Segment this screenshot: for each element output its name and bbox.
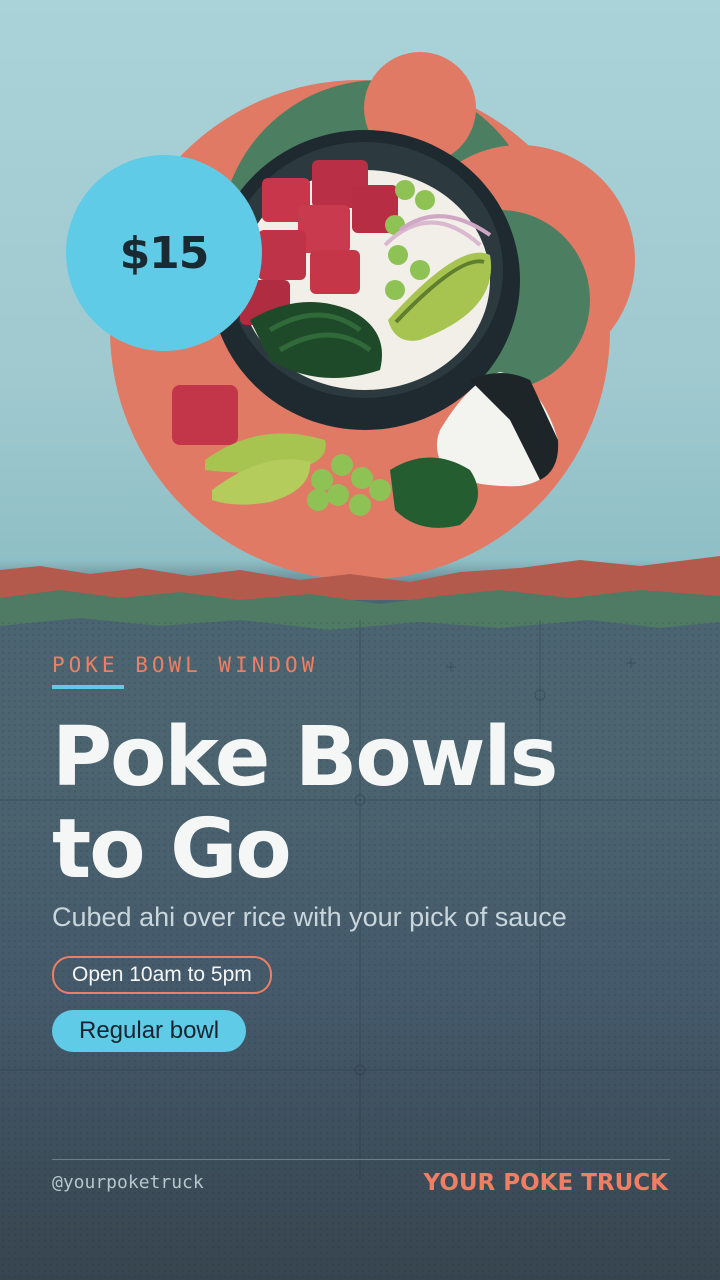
brand-name: YOUR POKE TRUCK (423, 1170, 668, 1196)
grid-overlay (0, 620, 720, 1180)
headline: Poke Bowls to Go (52, 712, 692, 896)
headline-line-1: Poke Bowls (52, 710, 558, 805)
tuna-cube (172, 385, 238, 445)
eyebrow-underline (52, 685, 124, 689)
price-badge: $15 (66, 155, 262, 351)
headline-line-2: to Go (52, 802, 292, 897)
social-handle: @yourpoketruck (52, 1172, 204, 1193)
hours-text: Open 10am to 5pm (72, 963, 252, 986)
subtitle: Cubed ahi over rice with your pick of sa… (52, 902, 567, 932)
price-text: $15 (119, 227, 210, 279)
regular-bowl-label: Regular bowl (79, 1017, 220, 1044)
regular-bowl-button[interactable]: Regular bowl (52, 1010, 247, 1052)
hours-badge: Open 10am to 5pm (52, 956, 272, 994)
footer-divider (52, 1159, 670, 1160)
eyebrow-label: POKE BOWL WINDOW (52, 653, 319, 677)
poster: $15 POKE BOWL WINDOW Poke Bowls to Go Cu… (0, 0, 720, 1280)
hero-section: $15 (0, 0, 720, 640)
